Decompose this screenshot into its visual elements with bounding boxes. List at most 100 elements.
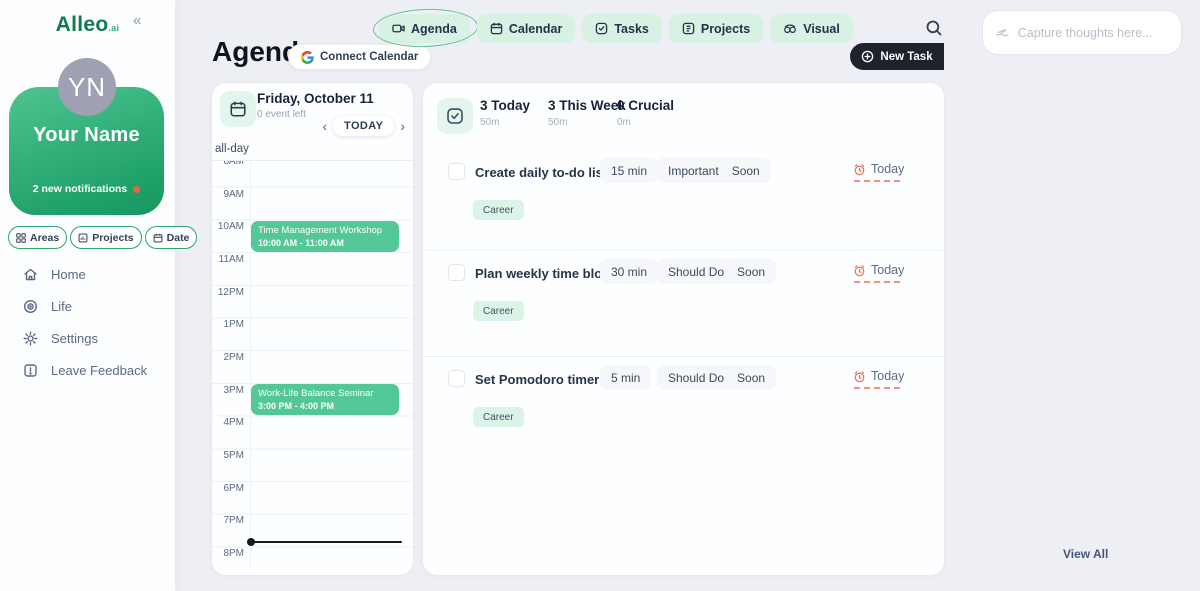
task-row: Plan weekly time blocks 30 min Should Do… (423, 250, 944, 356)
areas-icon (16, 233, 26, 243)
sidebar-item-leave-feedback[interactable]: Leave Feedback (0, 354, 175, 386)
menu-label: Settings (51, 331, 98, 346)
task-tag[interactable]: Career (473, 407, 524, 427)
calendar-date-title: Friday, October 11 (257, 91, 374, 106)
stat-duration: 0m (617, 117, 674, 128)
stat-duration: 50m (548, 117, 626, 128)
all-day-row: all-day (212, 140, 413, 161)
menu-label: Leave Feedback (51, 363, 147, 378)
task-checkbox[interactable] (448, 264, 465, 281)
task-row: Create daily to-do list 15 min Important… (423, 150, 944, 256)
hour-label: 7PM (212, 515, 244, 526)
task-priority-pill[interactable]: Should Do Soon (657, 365, 776, 390)
connect-calendar-button[interactable]: Connect Calendar (288, 44, 431, 70)
tab-projects[interactable]: Projects (669, 14, 763, 43)
tab-label: Visual (803, 22, 840, 36)
sidebar-menu: Home Life Settings Leave Feedback (0, 258, 175, 386)
tab-tasks[interactable]: Tasks (582, 14, 662, 43)
avatar[interactable]: YN (58, 58, 116, 116)
calendar-icon (153, 233, 163, 243)
task-urgency: Soon (737, 265, 765, 279)
capture-input[interactable] (1018, 26, 1169, 40)
stat-duration: 50m (480, 117, 530, 128)
task-due-label: Today (871, 369, 904, 383)
grid-icon (682, 22, 695, 35)
task-due[interactable]: Today (853, 162, 904, 176)
sidebar-item-settings[interactable]: Settings (0, 322, 175, 354)
tab-agenda[interactable]: Agenda (379, 14, 470, 43)
tasks-icon-box (437, 98, 473, 134)
task-title: Create daily to-do list (475, 165, 607, 180)
task-priority-pill[interactable]: Important Soon (657, 158, 771, 183)
hour-label: 5PM (212, 450, 244, 461)
calendar-icon (490, 22, 503, 35)
hour-label: 6PM (212, 483, 244, 494)
task-tag[interactable]: Career (473, 301, 524, 321)
notifications-text: 2 new notifications (33, 183, 128, 195)
filter-areas-button[interactable]: Areas (8, 226, 67, 249)
menu-label: Home (51, 267, 86, 282)
task-due[interactable]: Today (853, 369, 904, 383)
task-due-label: Today (871, 162, 904, 176)
task-checkbox[interactable] (448, 370, 465, 387)
prev-day-button[interactable]: ‹ (322, 119, 327, 133)
tasks-panel: 3 Today 50m 3 This Week 50m 0 Crucial 0m… (423, 83, 944, 575)
hour-label: 2PM (212, 352, 244, 363)
event-time: 3:00 PM - 4:00 PM (258, 401, 392, 411)
sidebar-item-life[interactable]: Life (0, 290, 175, 322)
calendar-grid-divider (250, 140, 251, 568)
agenda-icon (392, 22, 405, 35)
projects-icon (78, 233, 88, 243)
connect-calendar-label: Connect Calendar (320, 51, 418, 63)
today-button[interactable]: TODAY (333, 116, 394, 136)
task-duration-pill[interactable]: 30 min (600, 259, 658, 284)
target-icon (23, 299, 38, 314)
calendar-event[interactable]: Time Management Workshop 10:00 AM - 11:0… (251, 221, 399, 252)
stat-today: 3 Today 50m (480, 98, 530, 128)
next-day-button[interactable]: › (400, 119, 405, 133)
new-task-button[interactable]: New Task (850, 43, 944, 70)
task-priority: Important (668, 164, 719, 178)
task-tag[interactable]: Career (473, 200, 524, 220)
stat-label: 3 Today (480, 98, 530, 113)
tab-calendar[interactable]: Calendar (477, 14, 576, 43)
app-logo: Alleo.ai (0, 13, 175, 37)
task-duration-pill[interactable]: 5 min (600, 365, 651, 390)
user-name: Your Name (9, 124, 164, 147)
filter-date-button[interactable]: Date (145, 226, 198, 249)
due-underline (854, 281, 900, 283)
notifications-link[interactable]: 2 new notifications (9, 183, 164, 195)
capture-box (982, 10, 1182, 55)
search-button[interactable] (925, 19, 945, 39)
tab-label: Tasks (614, 22, 649, 36)
calendar-icon-box (220, 91, 256, 127)
tab-label: Agenda (411, 22, 457, 36)
task-title: Set Pomodoro timer (475, 372, 599, 387)
filter-projects-button[interactable]: Projects (70, 226, 141, 249)
calendar-event[interactable]: Work-Life Balance Seminar 3:00 PM - 4:00… (251, 384, 399, 415)
stat-this-week: 3 This Week 50m (548, 98, 626, 128)
task-due[interactable]: Today (853, 263, 904, 277)
task-priority-pill[interactable]: Should Do Soon (657, 259, 776, 284)
event-title: Work-Life Balance Seminar (258, 388, 392, 399)
check-square-icon (446, 107, 464, 125)
view-all-link[interactable]: View All (1063, 547, 1108, 561)
task-checkbox[interactable] (448, 163, 465, 180)
task-due-label: Today (871, 263, 904, 277)
collapse-sidebar-icon[interactable]: « (133, 12, 141, 29)
tab-visual[interactable]: Visual (770, 14, 853, 43)
check-circle-icon (595, 22, 608, 35)
event-title: Time Management Workshop (258, 225, 392, 236)
new-task-label: New Task (880, 51, 932, 63)
task-duration-pill[interactable]: 15 min (600, 158, 658, 183)
calendar-events-left: 0 event left (257, 109, 306, 120)
alarm-clock-icon (853, 163, 866, 176)
hour-label: 1PM (212, 319, 244, 330)
home-icon (23, 267, 38, 282)
stat-label: 3 This Week (548, 98, 626, 113)
menu-label: Life (51, 299, 72, 314)
tab-label: Projects (701, 22, 750, 36)
event-time: 10:00 AM - 11:00 AM (258, 238, 392, 248)
hour-label: 12PM (212, 287, 244, 298)
sidebar-item-home[interactable]: Home (0, 258, 175, 290)
